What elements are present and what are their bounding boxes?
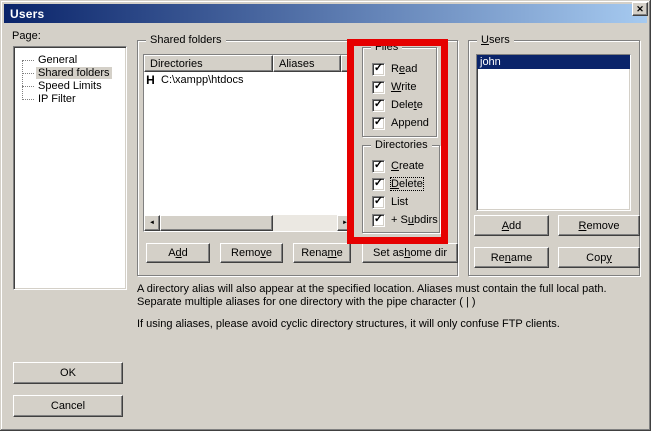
alias-notes: A directory alias will also appear at th…	[137, 283, 651, 340]
tree-item-shared-folders[interactable]: Shared folders	[22, 67, 126, 80]
checkbox-delete-file[interactable]: ✓ Delete	[372, 98, 423, 112]
checkbox-box: ✓	[372, 63, 385, 76]
checkbox-box: ✓	[372, 178, 385, 191]
list-body: H C:\xampp\htdocs	[144, 72, 353, 215]
check-icon: ✓	[374, 117, 383, 128]
check-icon: ✓	[374, 63, 383, 74]
rename-folder-button[interactable]: Rename	[293, 243, 351, 263]
checkbox-label: Delete	[391, 178, 423, 190]
remove-user-button[interactable]: Remove	[558, 215, 640, 236]
check-icon: ✓	[374, 81, 383, 92]
shared-folders-legend: Shared folders	[146, 34, 226, 46]
scroll-thumb[interactable]	[160, 215, 273, 231]
column-header-filler	[341, 55, 353, 72]
check-icon: ✓	[374, 178, 383, 189]
users-list: john	[476, 54, 631, 211]
files-legend: Files	[371, 41, 402, 53]
tree-item-general[interactable]: General	[22, 54, 126, 67]
column-header-directories[interactable]: Directories	[144, 55, 273, 72]
check-icon: ✓	[374, 214, 383, 225]
page-label: Page:	[12, 30, 41, 42]
checkbox-box: ✓	[372, 81, 385, 94]
cyclic-note: If using aliases, please avoid cyclic di…	[137, 318, 651, 331]
close-icon: ✕	[636, 5, 644, 14]
checkbox-box: ✓	[372, 99, 385, 112]
checkbox-box: ✓	[372, 117, 385, 130]
cancel-button[interactable]: Cancel	[13, 395, 123, 417]
files-group: Files ✓ Read ✓ Write ✓ Delete ✓ Append	[362, 47, 437, 137]
rename-user-button[interactable]: Rename	[474, 247, 549, 268]
checkbox-list[interactable]: ✓ List	[372, 195, 408, 209]
checkbox-label: Write	[391, 81, 416, 93]
tree-item-label: Speed Limits	[36, 80, 104, 92]
title-bar: Users	[4, 4, 647, 23]
checkbox-box: ✓	[372, 196, 385, 209]
home-marker: H	[144, 73, 157, 87]
checkbox-append[interactable]: ✓ Append	[372, 116, 429, 130]
checkbox-label: + Subdirs	[391, 214, 438, 226]
scroll-left-icon: ◄	[149, 220, 155, 226]
scroll-track[interactable]	[160, 215, 337, 231]
checkbox-label: Create	[391, 160, 424, 172]
checkbox-label: Read	[391, 63, 417, 75]
checkbox-label: Delete	[391, 99, 423, 111]
checkbox-label: Append	[391, 117, 429, 129]
add-user-button[interactable]: Add	[474, 215, 549, 236]
copy-user-button[interactable]: Copy	[558, 247, 640, 268]
ok-button[interactable]: OK	[13, 362, 123, 384]
window-title: Users	[10, 7, 44, 21]
add-folder-button[interactable]: Add	[146, 243, 210, 263]
checkbox-read[interactable]: ✓ Read	[372, 62, 417, 76]
page-tree: General Shared folders Speed Limits IP F…	[13, 46, 127, 290]
tree-item-label: Shared folders	[36, 67, 112, 79]
h-scrollbar[interactable]: ◄ ►	[144, 215, 353, 231]
directories-group: Directories ✓ Create ✓ Delete ✓ List ✓ +…	[362, 145, 440, 233]
scroll-right-button[interactable]: ►	[337, 215, 353, 231]
tree-item-label: General	[36, 54, 79, 66]
remove-folder-button[interactable]: Remove	[220, 243, 283, 263]
checkbox-create[interactable]: ✓ Create	[372, 159, 424, 173]
checkbox-write[interactable]: ✓ Write	[372, 80, 416, 94]
checkbox-subdirs[interactable]: ✓ + Subdirs	[372, 213, 438, 227]
user-row-john[interactable]: john	[477, 55, 630, 69]
tree-item-label: IP Filter	[36, 93, 78, 105]
checkbox-label: List	[391, 196, 408, 208]
directories-legend: Directories	[371, 139, 432, 151]
column-header-aliases[interactable]: Aliases	[273, 55, 341, 72]
check-icon: ✓	[374, 99, 383, 110]
list-header: Directories Aliases	[144, 55, 353, 72]
alias-note: A directory alias will also appear at th…	[137, 283, 651, 309]
checkbox-box: ✓	[372, 214, 385, 227]
directory-path: C:\xampp\htdocs	[157, 74, 244, 86]
users-group: Users john	[468, 40, 640, 276]
directory-row[interactable]: H C:\xampp\htdocs	[144, 72, 353, 88]
directories-list: Directories Aliases H C:\xampp\htdocs ◄ …	[143, 54, 354, 232]
check-icon: ✓	[374, 196, 383, 207]
set-home-dir-button[interactable]: Set as home dir	[362, 243, 458, 263]
scroll-right-icon: ►	[342, 220, 348, 226]
tree-item-speed-limits[interactable]: Speed Limits	[22, 80, 126, 93]
close-button[interactable]: ✕	[632, 2, 648, 16]
tree-item-ip-filter[interactable]: IP Filter	[22, 93, 126, 106]
users-dialog: Users ✕ Page: General Shared folders Spe…	[0, 0, 651, 431]
check-icon: ✓	[374, 160, 383, 171]
checkbox-delete-dir[interactable]: ✓ Delete	[372, 177, 423, 191]
checkbox-box: ✓	[372, 160, 385, 173]
users-legend: Users	[477, 34, 514, 46]
scroll-left-button[interactable]: ◄	[144, 215, 160, 231]
